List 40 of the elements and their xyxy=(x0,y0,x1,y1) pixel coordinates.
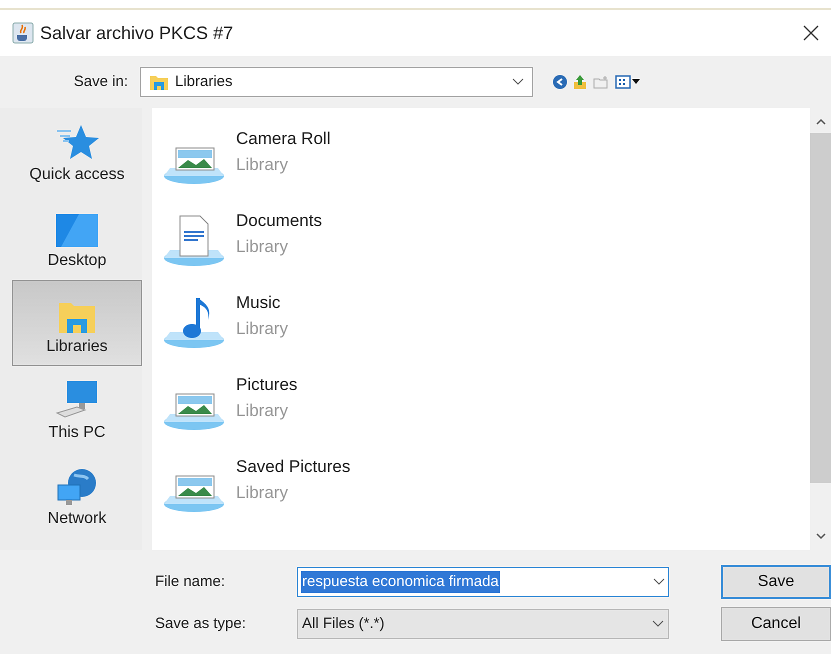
file-name[interactable]: Music xyxy=(236,290,288,316)
file-name-value: respuesta economica firmada xyxy=(301,570,500,594)
save-as-type-label: Save as type: xyxy=(155,614,247,634)
save-as-type-dropdown[interactable]: All Files (*.*) xyxy=(297,609,669,639)
chevron-down-icon xyxy=(652,620,664,628)
save-as-type-value: All Files (*.*) xyxy=(302,614,385,634)
monitor-icon xyxy=(55,213,99,249)
file-type: Library xyxy=(236,236,289,258)
file-name[interactable]: Documents xyxy=(236,208,322,234)
sidebar-item[interactable]: Network xyxy=(12,452,142,538)
save-in-value: Libraries xyxy=(175,72,233,92)
view-menu-icon[interactable] xyxy=(615,75,641,89)
window-title: Salvar archivo PKCS #7 xyxy=(40,22,234,44)
file-name[interactable]: Camera Roll xyxy=(236,126,330,152)
file-name-field[interactable]: respuesta economica firmada xyxy=(297,567,669,597)
file-type: Library xyxy=(236,318,288,340)
sidebar-item[interactable]: Libraries xyxy=(12,280,142,366)
scroll-down-icon[interactable] xyxy=(816,533,826,540)
scroll-up-icon[interactable] xyxy=(816,118,826,125)
folder-icon xyxy=(149,73,169,91)
file-name[interactable]: Pictures xyxy=(236,372,298,398)
scrollbar-thumb[interactable] xyxy=(810,133,831,483)
sidebar-item[interactable]: Desktop xyxy=(12,194,142,280)
save-button[interactable]: Save xyxy=(721,565,831,599)
file-name-label: File name: xyxy=(155,572,226,592)
file-name[interactable]: Saved Pictures xyxy=(236,454,350,480)
sidebar-item[interactable]: This PC xyxy=(12,366,142,452)
chevron-down-icon xyxy=(512,78,524,86)
sidebar-item[interactable]: Quick access xyxy=(12,108,142,194)
java-cup-icon xyxy=(12,22,34,44)
save-in-dropdown[interactable]: Libraries xyxy=(140,67,533,97)
file-type: Library xyxy=(236,482,289,504)
back-icon[interactable] xyxy=(553,75,567,89)
chevron-down-icon xyxy=(653,578,665,586)
cancel-button[interactable]: Cancel xyxy=(721,607,831,641)
up-folder-icon[interactable] xyxy=(573,74,587,90)
file-type: Library xyxy=(236,400,289,422)
close-icon[interactable] xyxy=(803,25,819,41)
file-type: Library xyxy=(236,154,289,176)
save-in-label: Save in: xyxy=(72,72,129,92)
